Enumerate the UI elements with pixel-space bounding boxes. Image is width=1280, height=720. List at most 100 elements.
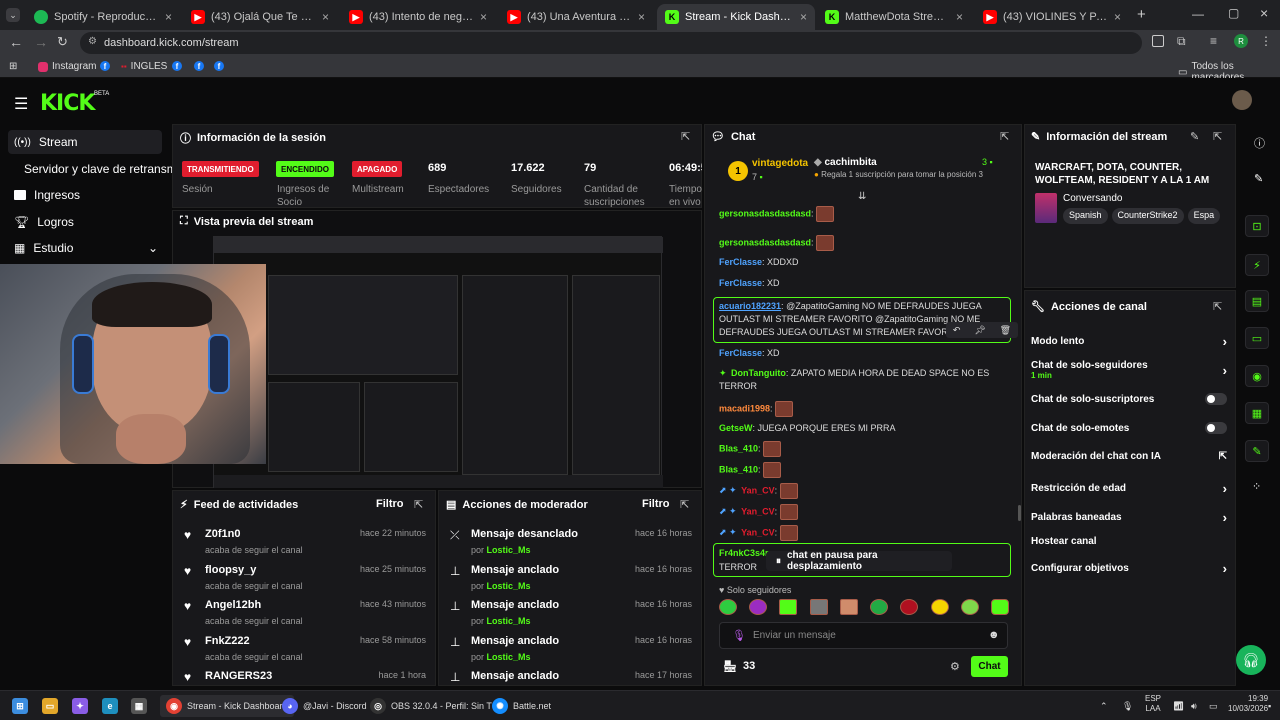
tab-search-icon[interactable]: ⌄ xyxy=(6,8,20,22)
edge-icon[interactable]: e xyxy=(102,697,118,715)
forward-arrow-icon[interactable]: → xyxy=(34,34,48,50)
taskbar-app-obs[interactable]: ◎ OBS 32.0.4 - Perfil: Sin T xyxy=(370,697,492,715)
chat-message-input[interactable]: 🎙︎ Enviar un mensaje ☻ xyxy=(719,622,1008,649)
emote-icon[interactable] xyxy=(960,599,979,615)
toggle-switch[interactable] xyxy=(1205,422,1227,434)
chat-viewers[interactable]: 🏪︎ 33 xyxy=(723,660,755,673)
emote-icon[interactable] xyxy=(870,599,889,615)
popout-icon[interactable]: ⇱ xyxy=(1213,300,1222,313)
browser-tab[interactable]: ▶(43) Intento de negociación en× xyxy=(341,4,495,30)
expand-gifters-icon[interactable]: ⇊ xyxy=(858,191,866,202)
mod-username[interactable]: Lostic_Ms xyxy=(487,545,531,555)
reply-icon[interactable]: ↶ xyxy=(953,325,961,336)
chat-username[interactable]: Yan_CV xyxy=(741,485,775,495)
edit-pencil-icon[interactable]: ✎ xyxy=(1190,130,1199,143)
taskbar-app-discord[interactable]: ◕ @Javi - Discord xyxy=(282,697,367,715)
popout-icon[interactable]: ⇱ xyxy=(680,498,689,511)
tag[interactable]: Espa xyxy=(1187,208,1221,224)
chat-message[interactable]: gersonasdasdasdasd: xyxy=(719,206,1005,222)
site-info-icon[interactable]: ⚙ xyxy=(88,36,97,47)
rail-crop-icon[interactable]: ⊡ xyxy=(1245,215,1269,237)
chat-username[interactable]: DonTanguito xyxy=(731,368,786,378)
popout-icon[interactable]: ⇱ xyxy=(414,498,423,511)
chat-message[interactable]: Blas_410: xyxy=(719,462,1005,478)
edit-icon[interactable]: ✎ xyxy=(1254,172,1263,185)
sidebar-item-ingresos[interactable]: Ingresos xyxy=(8,183,162,207)
wifi-icon[interactable]: 📶︎ xyxy=(1173,697,1184,715)
chat-username[interactable]: GetseW xyxy=(719,423,753,433)
browser-tab[interactable]: Spotify - Reproductor web: mú× xyxy=(26,4,180,30)
browser-tab[interactable]: ▶(43) Una Aventura Más - YouTu× xyxy=(499,4,653,30)
chat-message[interactable]: gersonasdasdasdasd: xyxy=(719,235,1005,251)
chat-message[interactable]: ✦ DonTanguito: ZAPATO MEDIA HORA DE DEAD… xyxy=(719,367,1005,393)
rail-broadcast-icon[interactable]: ◉ xyxy=(1245,365,1269,387)
user-avatar[interactable] xyxy=(1232,90,1252,110)
chat-username[interactable]: acuario182231 xyxy=(719,301,781,311)
maximize-button[interactable]: ▢ xyxy=(1228,6,1239,20)
chat-message[interactable]: macadi1998: xyxy=(719,401,1005,417)
rail-chat-icon[interactable]: ▭ xyxy=(1245,327,1269,349)
battery-icon[interactable]: ▭ xyxy=(1209,697,1218,715)
popout-icon[interactable]: ⇱ xyxy=(1213,130,1222,143)
bookmark-instagram[interactable]: Instagram xyxy=(38,61,96,72)
send-chat-button[interactable]: Chat xyxy=(971,656,1008,677)
top-gifter-name[interactable]: vintagedota xyxy=(752,158,808,169)
browser-tab[interactable]: ▶(43) Ojalá Que Te Mueras - You× xyxy=(183,4,337,30)
popout-icon[interactable]: ⇱ xyxy=(1000,130,1009,143)
store-icon[interactable]: ▦ xyxy=(131,697,147,715)
emote-icon[interactable] xyxy=(930,599,949,615)
rail-wrench-icon[interactable]: ✎ xyxy=(1245,440,1269,462)
language-indicator[interactable]: ESP LAA xyxy=(1145,694,1161,714)
feed-item[interactable]: ♥ FnkZ222 acaba de seguir el canal hace 58 … xyxy=(184,635,426,665)
back-arrow-icon[interactable]: ← xyxy=(9,34,23,50)
channel-action-item[interactable]: Restricción de edad › xyxy=(1031,481,1227,496)
feed-filter-button[interactable]: Filtro xyxy=(376,498,404,510)
feed-username[interactable]: FnkZ222 xyxy=(205,635,250,647)
emote-icon[interactable] xyxy=(719,599,737,615)
hamburger-menu-icon[interactable]: ☰ xyxy=(14,94,28,114)
windows-start-icon[interactable]: ⊞ xyxy=(12,697,28,715)
apps-icon[interactable]: ⁘ xyxy=(1252,480,1261,493)
chat-username[interactable]: Yan_CV xyxy=(741,506,775,516)
profile-avatar[interactable]: R xyxy=(1234,34,1248,48)
sidebar-item-stream[interactable]: ((•)) Stream xyxy=(8,130,162,154)
emoji-picker-icon[interactable]: ☻ xyxy=(988,629,1000,641)
clock[interactable]: 19:39 10/03/2026 xyxy=(1228,694,1268,714)
feed-username[interactable]: RANGERS23 xyxy=(205,670,272,682)
chat-username[interactable]: FerClasse xyxy=(719,348,762,358)
channel-action-item[interactable]: Chat de solo-seguidores 1 min › xyxy=(1031,360,1227,380)
microphone-icon[interactable]: 🎙︎ xyxy=(1122,697,1133,715)
stream-preview-video[interactable] xyxy=(213,236,663,488)
emote-icon[interactable] xyxy=(839,599,858,615)
support-headset-icon[interactable]: 🎧︎ xyxy=(1236,645,1266,675)
emote-icon[interactable] xyxy=(779,599,798,615)
copilot-icon[interactable]: ✦ xyxy=(72,697,88,715)
emote-icon[interactable] xyxy=(749,599,768,615)
chat-message[interactable]: ⬈ ✦ Yan_CV: xyxy=(719,525,1005,541)
apps-grid-icon[interactable]: ⊞ xyxy=(9,61,17,72)
feed-item[interactable]: ♥ floopsy_y acaba de seguir el canal hace 2… xyxy=(184,564,426,594)
bookmark-ingles[interactable]: ▪▪ INGLES xyxy=(121,61,167,72)
close-icon[interactable]: × xyxy=(638,10,645,24)
mod-username[interactable]: Lostic_Ms xyxy=(487,652,531,662)
tag[interactable]: CounterStrike2 xyxy=(1111,208,1184,224)
minimize-button[interactable]: — xyxy=(1192,7,1204,21)
file-explorer-icon[interactable]: ▭ xyxy=(42,697,58,715)
rail-lightning-icon[interactable]: ⚡︎ xyxy=(1245,254,1269,276)
new-tab-button[interactable]: + xyxy=(1137,6,1146,23)
mod-action-item[interactable]: ⤫ Mensaje desanclado por Lostic_Ms hace 16 … xyxy=(450,528,692,558)
emote-icon[interactable] xyxy=(809,599,828,615)
rail-document-icon[interactable]: ▤ xyxy=(1245,290,1269,312)
emote-icon[interactable] xyxy=(990,599,1009,615)
chat-username[interactable]: Blas_410 xyxy=(719,443,758,453)
chat-username[interactable]: Blas_410 xyxy=(719,464,758,474)
feed-item[interactable]: ♥ Angel12bh acaba de seguir el canal hace 4… xyxy=(184,599,426,629)
feed-username[interactable]: Angel12bh xyxy=(205,599,261,611)
bookmark-facebook[interactable]: f xyxy=(172,61,182,71)
channel-action-item[interactable]: Chat de solo-suscriptores xyxy=(1031,393,1227,405)
sidebar-item-server-key[interactable]: Servidor y clave de retransmisión xyxy=(18,157,172,181)
chat-scrollbar[interactable] xyxy=(1018,505,1021,521)
pin-icon[interactable]: 📌︎ xyxy=(974,325,985,336)
bookmark-facebook[interactable]: f xyxy=(194,61,204,71)
address-bar[interactable]: ⚙ dashboard.kick.com/stream xyxy=(80,32,1142,54)
